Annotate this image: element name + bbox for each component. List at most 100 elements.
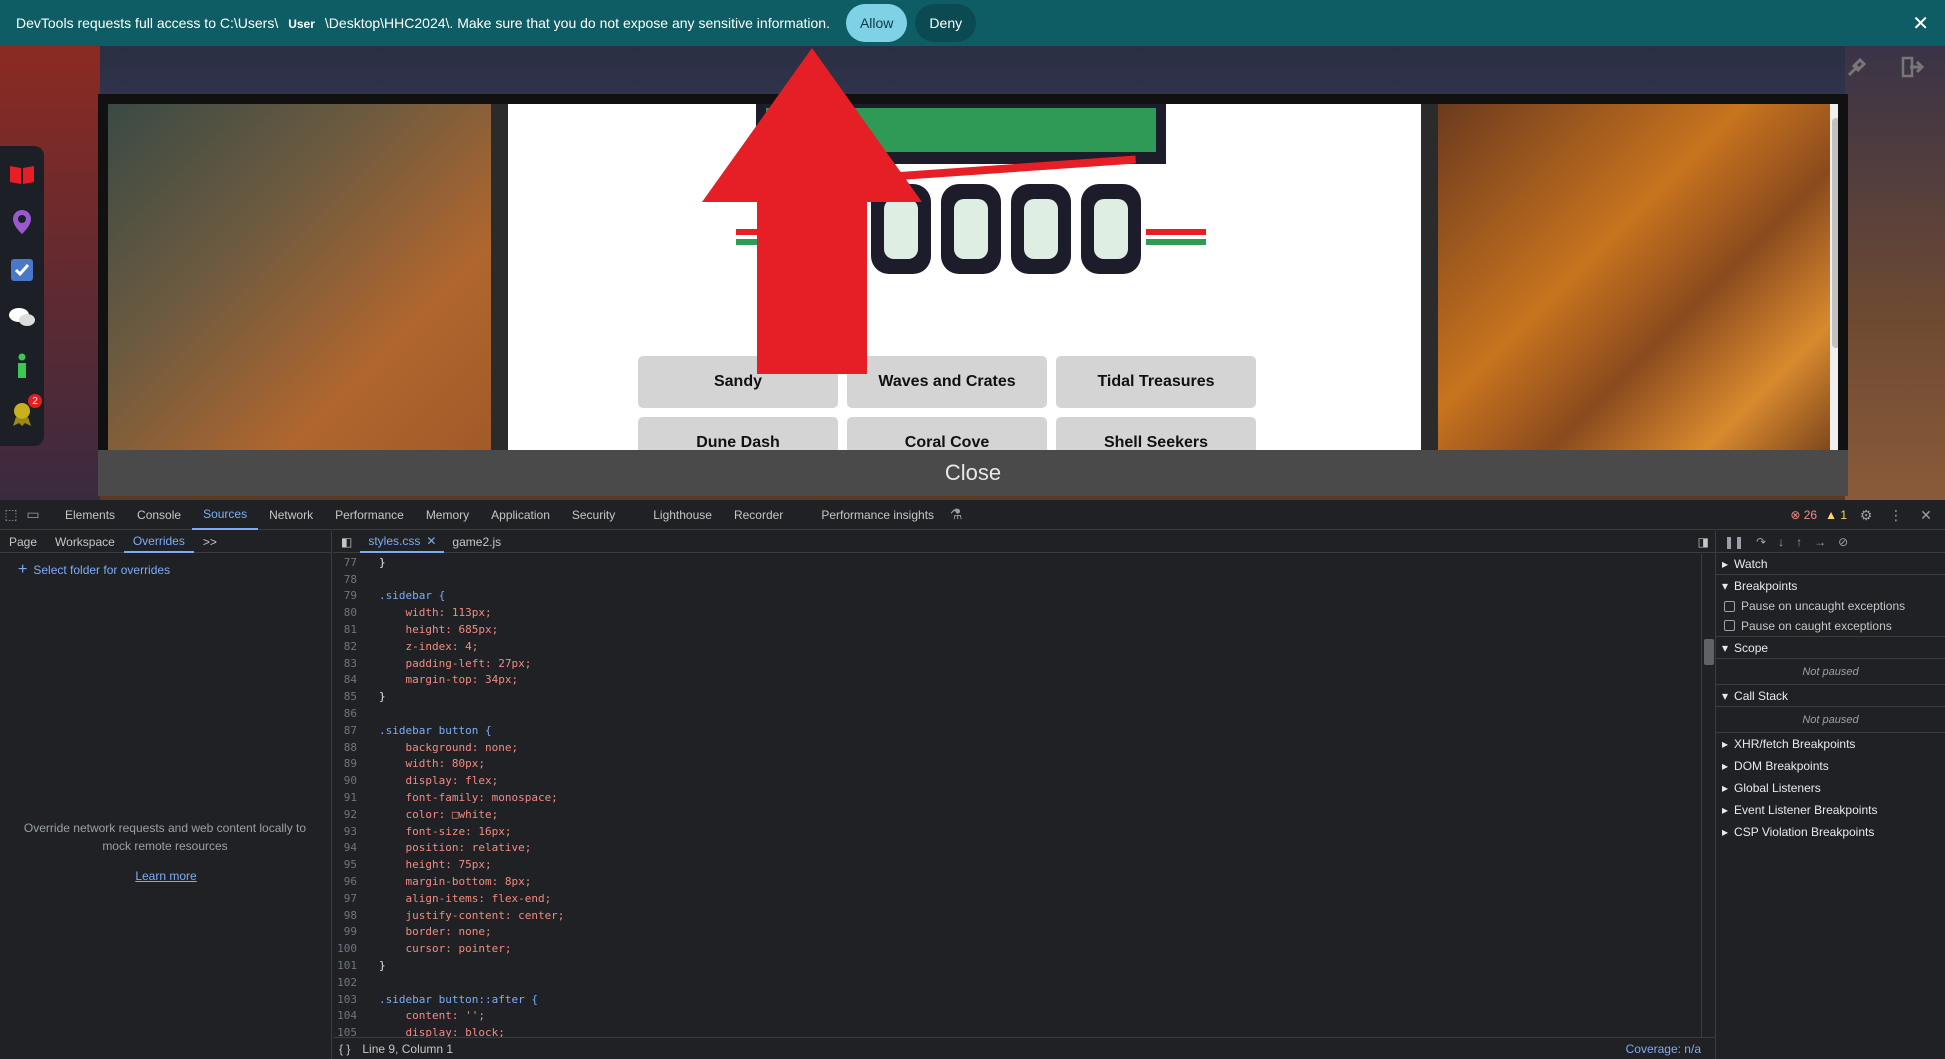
book-icon[interactable] <box>8 160 36 188</box>
pause-icon[interactable]: ❚❚ <box>1724 535 1744 549</box>
line-text: background: none; <box>379 740 519 754</box>
code-line[interactable]: 85} <box>333 688 1698 705</box>
code-line[interactable]: 96 margin-bottom: 8px; <box>333 873 1698 890</box>
dom-breakpoints[interactable]: ▸ DOM Breakpoints <box>1716 755 1945 777</box>
line-number: 99 <box>343 925 357 939</box>
code-line[interactable]: 103 .sidebar button::after { <box>333 991 1698 1008</box>
code-line[interactable]: 99 border: none; <box>333 924 1698 941</box>
scope-not-paused: Not paused <box>1716 659 1945 685</box>
code-line[interactable]: 104 content: ''; <box>333 1008 1698 1025</box>
tab-lighthouse[interactable]: Lighthouse <box>642 500 723 530</box>
error-count[interactable]: ⊗ 26 <box>1790 508 1817 522</box>
nav-tab-overrides[interactable]: Overrides <box>123 531 194 553</box>
breakpoints-section[interactable]: ▾ Breakpoints <box>1716 575 1945 597</box>
step-out-icon[interactable]: ↑ <box>1796 535 1802 549</box>
tab-performance-insights[interactable]: Performance insights <box>810 500 945 530</box>
toggle-navigator-icon[interactable]: ◧ <box>333 531 360 553</box>
pause-caught-checkbox[interactable]: Pause on caught exceptions <box>1716 615 1945 637</box>
editor-tab-styles-css[interactable]: styles.css ✕ <box>360 531 445 553</box>
xhr-breakpoints[interactable]: ▸ XHR/fetch Breakpoints <box>1716 733 1945 755</box>
tab-memory[interactable]: Memory <box>415 500 480 530</box>
code-line[interactable]: 83 padding-left: 27px; <box>333 655 1698 672</box>
call-stack-section[interactable]: ▾ Call Stack <box>1716 685 1945 707</box>
code-line[interactable]: 94 position: relative; <box>333 840 1698 857</box>
tab-application[interactable]: Application <box>480 500 561 530</box>
code-line[interactable]: 105 display: block; <box>333 1024 1698 1037</box>
code-line[interactable]: 86 <box>333 705 1698 722</box>
close-icon[interactable]: ✕ <box>1912 11 1929 36</box>
nav-tab-page[interactable]: Page <box>0 531 46 553</box>
tab-network[interactable]: Network <box>258 500 324 530</box>
map-pin-icon[interactable] <box>8 208 36 236</box>
code-line[interactable]: 95 height: 75px; <box>333 856 1698 873</box>
tab-elements[interactable]: Elements <box>54 500 126 530</box>
nav-tab-workspace[interactable]: Workspace <box>46 531 124 553</box>
deactivate-breakpoints-icon[interactable]: ⊘ <box>1838 535 1848 549</box>
close-tab-icon[interactable]: ✕ <box>426 534 436 548</box>
tab-console[interactable]: Console <box>126 500 192 530</box>
modal-scrollbar[interactable] <box>1830 104 1838 468</box>
chat-icon[interactable] <box>8 304 36 332</box>
learn-more-link[interactable]: Learn more <box>0 869 332 883</box>
editor-tab-game2-js[interactable]: game2.js <box>444 531 509 553</box>
code-line[interactable]: 91 font-family: monospace; <box>333 789 1698 806</box>
code-line[interactable]: 89 width: 80px; <box>333 756 1698 773</box>
code-line[interactable]: 77} <box>333 554 1698 571</box>
checklist-icon[interactable] <box>8 256 36 284</box>
toggle-debugger-icon[interactable]: ◨ <box>1698 535 1709 549</box>
settings-gear-icon[interactable]: ⚙ <box>1855 500 1877 530</box>
achievements-icon[interactable]: 2 <box>8 394 42 428</box>
close-button[interactable]: Close <box>98 450 1848 496</box>
watch-section[interactable]: ▸ Watch <box>1716 553 1945 575</box>
scope-section[interactable]: ▾ Scope <box>1716 637 1945 659</box>
code-line[interactable]: 102 <box>333 974 1698 991</box>
pause-uncaught-checkbox[interactable]: Pause on uncaught exceptions <box>1716 597 1945 615</box>
select-folder-for-overrides[interactable]: + Select folder for overrides <box>18 561 170 579</box>
allow-button[interactable]: Allow <box>845 4 908 42</box>
deny-button[interactable]: Deny <box>915 4 977 42</box>
tab-performance[interactable]: Performance <box>324 500 415 530</box>
code-line[interactable]: 93 font-size: 16px; <box>333 823 1698 840</box>
event-listener-breakpoints[interactable]: ▸ Event Listener Breakpoints <box>1716 799 1945 821</box>
code-line[interactable]: 98 justify-content: center; <box>333 907 1698 924</box>
code-line[interactable]: 97 align-items: flex-end; <box>333 890 1698 907</box>
code-line[interactable]: 88 background: none; <box>333 739 1698 756</box>
close-devtools-icon[interactable]: ✕ <box>1915 500 1937 530</box>
step-over-icon[interactable]: ↷ <box>1756 535 1766 549</box>
nav-more-tabs[interactable]: >> <box>194 531 226 553</box>
code-line[interactable]: 80 width: 113px; <box>333 604 1698 621</box>
editor-scrollbar-thumb[interactable] <box>1704 639 1714 665</box>
code-lines[interactable]: 77} 78 79 .sidebar {80 width: 113px; 81 heig… <box>333 554 1698 1037</box>
game-button-tidal-treasures[interactable]: Tidal Treasures <box>1056 356 1256 408</box>
code-line[interactable]: 100 cursor: pointer; <box>333 940 1698 957</box>
inspect-icon[interactable]: ⬚ <box>0 500 22 530</box>
global-listeners[interactable]: ▸ Global Listeners <box>1716 777 1945 799</box>
pretty-print-icon[interactable]: { } <box>339 1042 350 1056</box>
code-line[interactable]: 79 .sidebar { <box>333 588 1698 605</box>
step-into-icon[interactable]: ↓ <box>1778 535 1784 549</box>
code-line[interactable]: 90 display: flex; <box>333 772 1698 789</box>
code-line[interactable]: 78 <box>333 571 1698 588</box>
plus-icon: + <box>18 561 28 578</box>
tab-sources[interactable]: Sources <box>192 500 259 530</box>
editor-scrollbar[interactable] <box>1701 554 1715 1037</box>
checkbox[interactable] <box>1724 600 1735 612</box>
code-line[interactable]: 84 margin-top: 34px; <box>333 672 1698 689</box>
code-line[interactable]: 81 height: 685px; <box>333 621 1698 638</box>
device-toggle-icon[interactable]: ▭ <box>22 500 44 530</box>
wrench-icon[interactable] <box>1846 56 1868 78</box>
tab-recorder[interactable]: Recorder <box>723 500 794 530</box>
csp-violation-breakpoints[interactable]: ▸ CSP Violation Breakpoints <box>1716 821 1945 843</box>
more-options-icon[interactable]: ⋮ <box>1885 500 1907 530</box>
code-line[interactable]: 87 .sidebar button { <box>333 722 1698 739</box>
code-line[interactable]: 92 color: □white; <box>333 806 1698 823</box>
exit-icon[interactable] <box>1900 56 1926 78</box>
code-line[interactable]: 101} <box>333 957 1698 974</box>
tab-security[interactable]: Security <box>561 500 626 530</box>
modal-scrollbar-thumb[interactable] <box>1832 118 1838 348</box>
checkbox[interactable] <box>1724 620 1735 631</box>
info-icon[interactable] <box>8 352 36 380</box>
warning-count[interactable]: ▲ 1 <box>1825 508 1847 522</box>
step-icon[interactable]: → <box>1814 535 1826 549</box>
code-line[interactable]: 82 z-index: 4; <box>333 638 1698 655</box>
